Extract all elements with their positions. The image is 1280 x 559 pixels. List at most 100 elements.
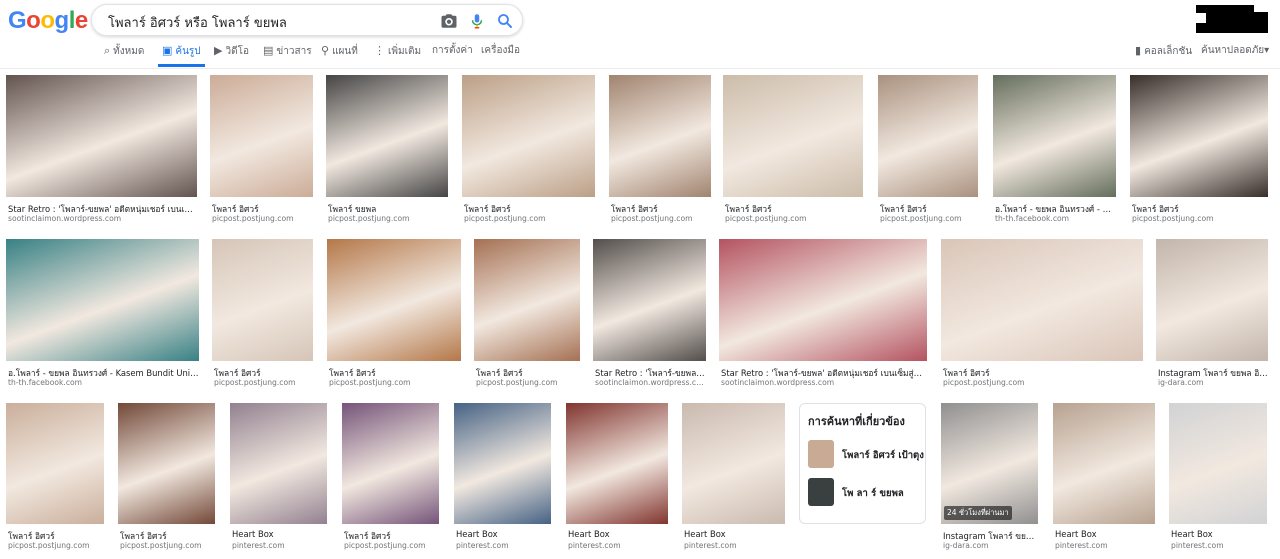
image-caption[interactable]: Heart Box (1171, 529, 1267, 539)
google-logo[interactable]: Google (8, 7, 88, 35)
image-result[interactable]: Star Retro : 'โพลาร์-ขยพล' อดีตหนุ่ม...s… (593, 239, 706, 393)
image-source[interactable]: picpost.postjung.com (1132, 214, 1268, 223)
image-thumbnail[interactable] (6, 75, 197, 197)
image-result[interactable]: โพลาร์ อิศวร์ picpost.postjung.com (474, 239, 580, 393)
image-source[interactable]: picpost.postjung.com (328, 214, 448, 223)
image-result[interactable]: Heart Box pinterest.com (566, 403, 668, 556)
image-result[interactable]: โพลาร์ อิศวร์ picpost.postjung.com (462, 75, 595, 229)
image-result[interactable]: โพลาร์ อิศวร์ picpost.postjung.com (941, 239, 1143, 393)
search-icon[interactable] (496, 12, 514, 30)
image-result[interactable]: โพลาร์ อิศวร์ picpost.postjung.com (723, 75, 863, 229)
image-caption[interactable]: Heart Box (1055, 529, 1155, 539)
image-thumbnail[interactable] (1053, 403, 1155, 524)
image-source[interactable]: picpost.postjung.com (476, 378, 580, 387)
image-thumbnail[interactable] (1130, 75, 1268, 197)
image-thumbnail[interactable] (6, 403, 104, 524)
image-thumbnail[interactable] (1156, 239, 1268, 361)
search-input[interactable] (106, 11, 430, 33)
image-result[interactable]: Heart Box pinterest.com (1169, 403, 1267, 556)
image-result[interactable]: โพลาร์ อิศวร์ picpost.postjung.com (1130, 75, 1268, 229)
image-source[interactable]: picpost.postjung.com (120, 541, 215, 550)
image-source[interactable]: ig-dara.com (1158, 378, 1268, 387)
image-thumbnail[interactable] (230, 403, 327, 524)
image-result[interactable]: โพลาร์ อิศวร์ picpost.postjung.com (210, 75, 313, 229)
image-source[interactable]: picpost.postjung.com (880, 214, 978, 223)
image-caption[interactable]: Heart Box (232, 529, 327, 539)
image-result[interactable]: Heart Box pinterest.com (230, 403, 327, 556)
image-result[interactable]: 24 ชั่วโมงที่ผ่านมา Instagram โพลาร์ ขยพล… (941, 403, 1038, 556)
image-thumbnail[interactable] (719, 239, 927, 361)
image-thumbnail[interactable] (609, 75, 711, 197)
image-source[interactable]: th-th.facebook.com (995, 214, 1116, 223)
image-caption[interactable]: Heart Box (568, 529, 668, 539)
image-thumbnail[interactable] (118, 403, 215, 524)
related-search-item[interactable]: โพ ลา ร์ ขยพล (808, 478, 920, 506)
image-thumbnail[interactable] (474, 239, 580, 361)
image-source[interactable]: picpost.postjung.com (943, 378, 1143, 387)
image-result[interactable]: โพลาร์ อิศวร์ picpost.postjung.com (6, 403, 104, 556)
image-result[interactable]: โพลาร์ อิศวร์ picpost.postjung.com (118, 403, 215, 556)
image-source[interactable]: pinterest.com (1055, 541, 1155, 550)
image-result[interactable]: โพลาร์ อิศวร์ picpost.postjung.com (878, 75, 978, 229)
image-thumbnail[interactable] (212, 239, 313, 361)
camera-icon[interactable] (440, 12, 458, 30)
image-result[interactable]: โพลาร์ อิศวร์ picpost.postjung.com (609, 75, 711, 229)
tab-settings[interactable]: การตั้งค่า (432, 41, 473, 67)
image-caption[interactable]: Heart Box (456, 529, 551, 539)
image-thumbnail[interactable] (326, 75, 448, 197)
image-source[interactable]: picpost.postjung.com (611, 214, 711, 223)
tab-tools[interactable]: เครื่องมือ (481, 41, 520, 67)
image-thumbnail[interactable] (342, 403, 439, 524)
image-thumbnail[interactable] (878, 75, 978, 197)
image-thumbnail[interactable] (454, 403, 551, 524)
tab-all[interactable]: ⌕ ทั้งหมด (104, 41, 144, 67)
image-source[interactable]: pinterest.com (456, 541, 551, 550)
image-source[interactable]: pinterest.com (684, 541, 785, 550)
tab-maps[interactable]: ⚲ แผนที่ (321, 41, 358, 67)
collections-link[interactable]: ▮ คอลเล็กชัน (1135, 41, 1192, 62)
image-source[interactable]: pinterest.com (1171, 541, 1267, 550)
related-search-item[interactable]: โพลาร์ อิศวร์ เป้าตุง (808, 440, 924, 468)
image-source[interactable]: picpost.postjung.com (329, 378, 461, 387)
image-result[interactable]: โพลาร์ ขยพล picpost.postjung.com (326, 75, 448, 229)
image-source[interactable]: picpost.postjung.com (214, 378, 313, 387)
image-thumbnail[interactable] (566, 403, 668, 524)
image-result[interactable]: Instagram โพลาร์ ขยพล อิน... ig-dara.com (1156, 239, 1268, 393)
image-thumbnail[interactable] (682, 403, 785, 524)
image-thumbnail[interactable] (593, 239, 706, 361)
tab-images[interactable]: ▣ ค้นรูป (158, 41, 205, 67)
image-source[interactable]: picpost.postjung.com (344, 541, 439, 550)
image-source[interactable]: ig-dara.com (943, 541, 1038, 550)
tab-videos[interactable]: ▶ วิดีโอ (214, 41, 249, 67)
tab-more[interactable]: ⋮ เพิ่มเติม (374, 41, 421, 67)
image-source[interactable]: picpost.postjung.com (212, 214, 313, 223)
image-source[interactable]: picpost.postjung.com (464, 214, 595, 223)
account-avatar[interactable] (1192, 0, 1272, 33)
image-thumbnail[interactable] (6, 239, 199, 361)
image-result[interactable]: โพลาร์ อิศวร์ picpost.postjung.com (212, 239, 313, 393)
image-thumbnail[interactable] (462, 75, 595, 197)
image-result[interactable]: Heart Box pinterest.com (1053, 403, 1155, 556)
image-result[interactable]: Heart Box pinterest.com (454, 403, 551, 556)
image-caption[interactable]: Heart Box (684, 529, 785, 539)
image-source[interactable]: sootinclaimon.wordpress.com (595, 378, 706, 387)
image-thumbnail[interactable] (723, 75, 863, 197)
image-thumbnail[interactable] (327, 239, 461, 361)
image-result[interactable]: Heart Box pinterest.com (682, 403, 785, 556)
image-source[interactable]: sootinclaimon.wordpress.com (8, 214, 197, 223)
image-source[interactable]: th-th.facebook.com (8, 378, 199, 387)
image-source[interactable]: sootinclaimon.wordpress.com (721, 378, 927, 387)
image-thumbnail[interactable] (210, 75, 313, 197)
image-source[interactable]: picpost.postjung.com (8, 541, 104, 550)
safesearch-link[interactable]: ค้นหาปลอดภัย▾ (1201, 41, 1269, 61)
image-result[interactable]: โพลาร์ อิศวร์ picpost.postjung.com (327, 239, 461, 393)
microphone-icon[interactable] (468, 12, 486, 30)
image-result[interactable]: Star Retro : 'โพลาร์-ขยพล' อดีตหนุ่มเชอร… (6, 75, 197, 229)
tab-news[interactable]: ▤ ข่าวสาร (263, 41, 312, 67)
image-result[interactable]: อ.โพลาร์ - ขยพล อินทรวงศ์ - K... th-th.fa… (993, 75, 1116, 229)
image-result[interactable]: โพลาร์ อิศวร์ picpost.postjung.com (342, 403, 439, 556)
image-source[interactable]: pinterest.com (568, 541, 668, 550)
image-result[interactable]: Star Retro : 'โพลาร์-ขยพล' อดีตหนุ่มเชอร… (719, 239, 927, 393)
image-thumbnail[interactable] (993, 75, 1116, 197)
image-thumbnail[interactable] (1169, 403, 1267, 524)
